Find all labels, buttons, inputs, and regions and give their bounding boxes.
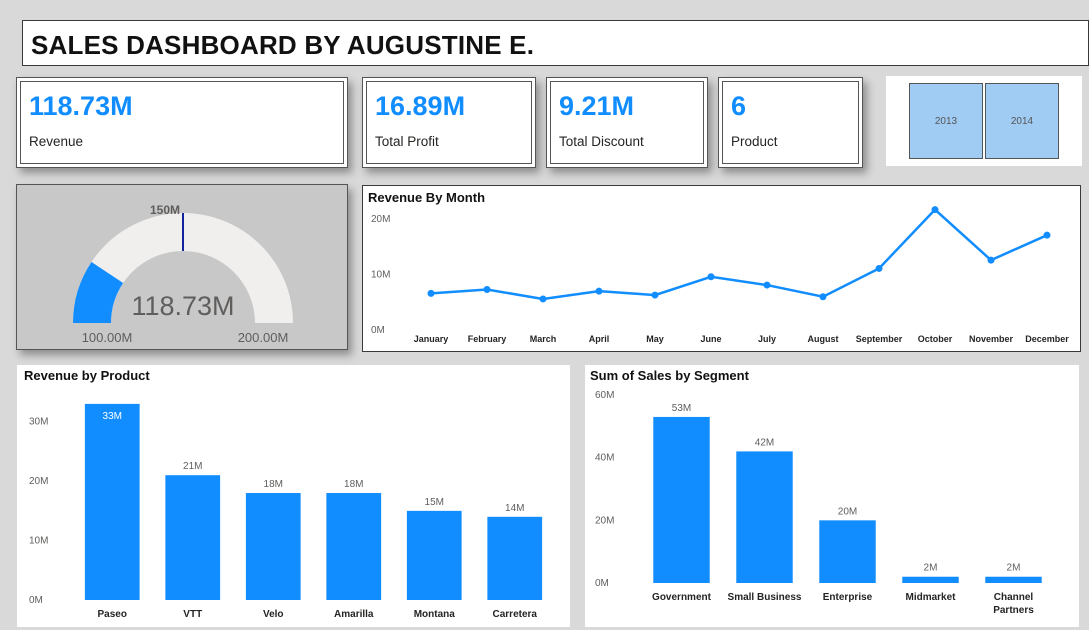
data-point (819, 293, 827, 301)
kpi-label: Total Discount (559, 134, 644, 149)
revenue-by-month-card[interactable]: Revenue By Month 0M 10M 20M January February… (362, 185, 1081, 352)
y-tick-label: 20M (595, 515, 614, 526)
kpi-value: 6 (731, 91, 747, 121)
data-label: 15M (425, 497, 444, 508)
data-point (987, 256, 995, 264)
y-tick-label: 20M (371, 214, 390, 225)
gauge-max-label: 200.00M (238, 330, 289, 345)
y-tick-label: 10M (371, 270, 390, 281)
data-point (707, 273, 715, 281)
y-tick-label: 10M (29, 536, 48, 547)
data-label: 14M (505, 503, 524, 514)
gauge-value-label: 118.73M (131, 291, 234, 321)
bar (487, 516, 543, 600)
kpi-card-total-discount[interactable]: 9.21M Total Discount (546, 77, 708, 168)
data-label: 42M (755, 437, 774, 448)
x-tick-label: November (969, 334, 1014, 344)
category-label: Partners (993, 605, 1034, 616)
data-point (539, 295, 547, 303)
revenue-by-product-chart: 0M 10M 20M 30M 33M Paseo 21M VTT 18M Velo 18M Amari… (29, 403, 543, 620)
sales-by-segment-chart: 0M 20M 40M 60M 53M Government 42M Small Busines… (595, 390, 1042, 616)
kpi-card-product[interactable]: 6 Product (718, 77, 863, 168)
data-label: 18M (264, 479, 283, 490)
bar (165, 475, 221, 600)
data-label: 2M (924, 563, 938, 574)
revenue-gauge-card[interactable]: 150M 118.73M 100.00M 200.00M (16, 184, 348, 350)
x-tick-label: October (918, 334, 953, 344)
kpi-value: 118.73M (29, 91, 133, 121)
kpi-value: 16.89M (375, 91, 466, 121)
kpi-card-revenue[interactable]: 118.73M Revenue (16, 77, 348, 168)
dashboard-title-bar: SALES DASHBOARD BY AUGUSTINE E. (22, 20, 1089, 66)
x-tick-label: February (468, 334, 507, 344)
page-title: SALES DASHBOARD BY AUGUSTINE E. (31, 30, 535, 60)
category-label: Amarilla (334, 609, 374, 620)
data-label: 33M (103, 411, 122, 422)
bar (653, 416, 710, 583)
category-label: VTT (183, 609, 202, 620)
bar (819, 520, 876, 583)
data-point (483, 286, 491, 294)
kpi-label: Revenue (29, 134, 84, 149)
category-label: Carretera (493, 609, 538, 620)
y-tick-label: 20M (29, 476, 48, 487)
category-label: Paseo (98, 609, 127, 620)
y-tick-label: 0M (371, 325, 385, 336)
category-label: Government (652, 592, 712, 603)
y-tick-label: 40M (595, 453, 614, 464)
sales-by-segment-card[interactable]: Sum of Sales by Segment 0M 20M 40M 60M 53M Go… (585, 365, 1079, 627)
year-slicer-option-2014[interactable]: 2014 (985, 83, 1059, 159)
kpi-label: Total Profit (375, 134, 439, 149)
data-label: 2M (1007, 563, 1021, 574)
kpi-value: 9.21M (559, 91, 635, 121)
category-label: Small Business (728, 592, 802, 603)
data-point (651, 291, 659, 299)
series-line (430, 207, 1048, 301)
data-label: 21M (183, 461, 202, 472)
category-label: Enterprise (823, 592, 873, 603)
gauge-min-label: 100.00M (82, 330, 133, 345)
data-label: 20M (838, 506, 857, 517)
category-label: Channel (994, 592, 1034, 603)
bar (245, 493, 301, 600)
data-point (875, 264, 883, 272)
bar (406, 510, 462, 600)
x-tick-label: May (646, 334, 664, 344)
bar (985, 576, 1042, 583)
y-tick-label: 0M (29, 595, 43, 606)
x-tick-label: January (414, 334, 449, 344)
revenue-by-month-chart: 0M 10M 20M January February March April May June… (371, 206, 1069, 344)
category-label: Midmarket (905, 592, 956, 603)
y-tick-label: 30M (29, 417, 48, 428)
category-label: Montana (414, 609, 456, 620)
gauge-target-label: 150M (150, 203, 180, 217)
revenue-by-product-card[interactable]: Revenue by Product 0M 10M 20M 30M 33M Paseo 21… (17, 365, 570, 627)
data-point (931, 206, 939, 214)
x-tick-label: July (758, 334, 776, 344)
y-tick-label: 0M (595, 578, 609, 589)
bar (84, 403, 140, 600)
x-tick-label: June (700, 334, 721, 344)
y-tick-label: 60M (595, 390, 614, 401)
data-label: 53M (672, 403, 691, 414)
x-tick-label: December (1025, 334, 1069, 344)
bar (326, 493, 382, 600)
x-tick-label: August (808, 334, 839, 344)
year-slicer-option-2013[interactable]: 2013 (909, 83, 983, 159)
bar (736, 451, 793, 583)
data-point (763, 281, 771, 289)
x-tick-label: April (589, 334, 610, 344)
kpi-card-total-profit[interactable]: 16.89M Total Profit (362, 77, 536, 168)
revenue-gauge: 150M 118.73M 100.00M 200.00M (73, 203, 293, 345)
kpi-label: Product (731, 134, 778, 149)
category-label: Velo (263, 609, 284, 620)
data-label: 18M (344, 479, 363, 490)
data-point (427, 289, 435, 297)
x-tick-label: September (856, 334, 903, 344)
bar (902, 576, 959, 583)
x-tick-label: March (530, 334, 557, 344)
data-point (1043, 231, 1051, 239)
data-point (595, 287, 603, 295)
